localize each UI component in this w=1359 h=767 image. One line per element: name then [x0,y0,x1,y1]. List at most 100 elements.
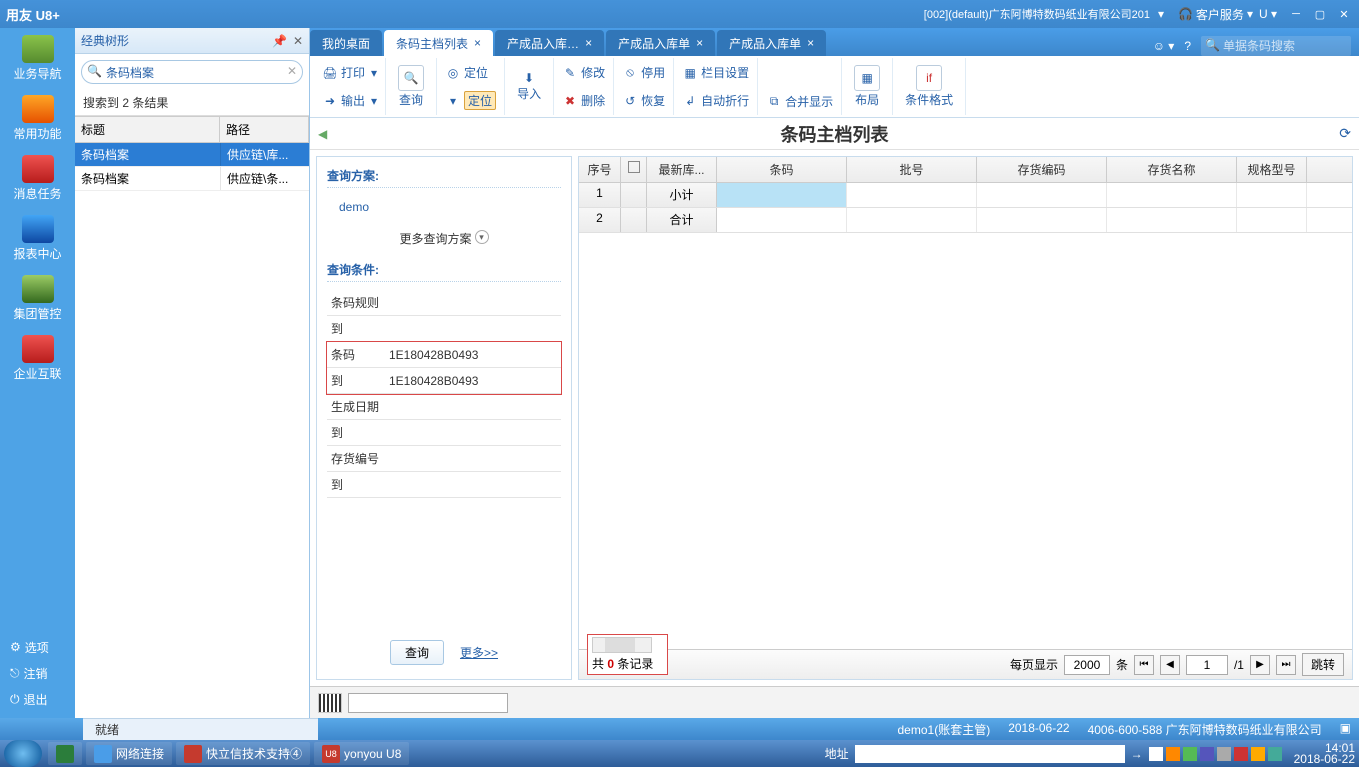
taskbar-excel[interactable] [48,742,82,765]
field-barcode-to[interactable]: 到1E180428B0493 [327,368,561,394]
merge-display-button[interactable] [678,87,753,115]
volume-icon[interactable] [1251,747,1265,761]
nav-messages[interactable]: 消息任务 [0,148,75,208]
maximize-button[interactable]: ▢ [1311,6,1329,22]
grid-row-subtotal[interactable]: 1 小计 [579,183,1352,208]
minimize-button[interactable]: ─ [1287,6,1305,22]
close-panel-icon[interactable]: ✕ [293,34,303,48]
query-plan-demo[interactable]: demo [327,196,561,224]
system-clock[interactable]: 14:01 2018-06-22 [1294,743,1355,765]
smiley-icon[interactable]: ☺ ▾ [1153,39,1175,53]
barcode-scan-input[interactable] [348,693,508,713]
taskbar-network[interactable]: 网络连接 [86,742,172,765]
tab-finished-in-1[interactable]: 产成品入库… [495,30,604,56]
nav-logout[interactable]: ⎋注销 [0,660,75,686]
tab-barcode-list[interactable]: 条码主档列表 [384,30,493,56]
checkbox-icon[interactable] [628,161,640,173]
company-dropdown-arrow[interactable]: ▾ [1158,7,1164,21]
go-arrow-icon[interactable]: → [1131,747,1143,761]
grid-body[interactable]: 1 小计 2 合计 [579,183,1352,649]
prev-page-button[interactable]: ◀ [1160,655,1180,675]
tray-icon[interactable] [1183,747,1197,761]
horizontal-scrollbar[interactable] [592,637,652,653]
field-gen-date-to[interactable]: 到 [327,420,561,446]
status-icon[interactable]: ▣ [1340,721,1351,738]
col-latest-stock[interactable]: 最新库... [647,157,717,182]
nav-reports[interactable]: 报表中心 [0,208,75,268]
tab-desktop[interactable]: 我的桌面 [310,30,382,56]
clear-search-icon[interactable]: ✕ [287,64,297,78]
locate-button[interactable]: ◎定位 [441,59,500,87]
help-icon[interactable]: ? [1184,39,1191,53]
field-inventory-code[interactable]: 存货编号 [327,446,561,472]
field-inventory-code-to[interactable]: 到 [327,472,561,498]
col-inventory-name[interactable]: 存货名称 [1107,157,1237,182]
tray-icon[interactable] [1166,747,1180,761]
tray-icon[interactable] [1268,747,1282,761]
tray-icon[interactable] [1234,747,1248,761]
tray-icon[interactable] [1149,747,1163,761]
customer-service-menu[interactable]: 🎧 客户服务 ▾ [1178,6,1253,23]
filter-locate-button[interactable]: ▾定位 [441,87,500,115]
tree-row[interactable]: 条码档案 供应链\库... [75,143,309,167]
modify-button[interactable]: ✎修改 [558,59,609,87]
start-button[interactable] [4,740,42,767]
print-button[interactable]: 🖨打印▾ [318,59,381,87]
tab-finished-in-3[interactable]: 产成品入库单 [717,30,826,56]
pin-icon[interactable]: 📌 [272,34,287,48]
nav-enterprise[interactable]: 企业互联 [0,328,75,388]
delete-button[interactable]: ✖删除 [558,87,609,115]
refresh-icon[interactable]: ⟳ [1339,125,1351,142]
tree-col-path[interactable]: 路径 [220,117,309,142]
tray-icon[interactable] [1217,747,1231,761]
cell-chk[interactable] [621,208,647,232]
nav-group[interactable]: 集团管控 [0,268,75,328]
current-page-input[interactable] [1186,655,1228,675]
col-checkbox[interactable] [621,157,647,182]
cell-chk[interactable] [621,183,647,207]
doc-barcode-search-input[interactable] [1201,36,1351,56]
first-page-button[interactable]: ⏮ [1134,655,1154,675]
field-gen-date[interactable]: 生成日期 [327,394,561,420]
field-barcode-from[interactable]: 条码1E180428B0493 [327,342,561,368]
nav-business[interactable]: 业务导航 [0,28,75,88]
address-input[interactable] [855,745,1125,763]
execute-query-button[interactable]: 查询 [390,640,444,665]
close-button[interactable]: ✕ [1335,6,1353,22]
jump-page-button[interactable]: 跳转 [1302,653,1344,676]
nav-common[interactable]: 常用功能 [0,88,75,148]
tree-row[interactable]: 条码档案 供应链\条... [75,167,309,191]
merge-display-button[interactable]: ⧉合并显示 [762,88,837,115]
query-more-link[interactable]: 更多>> [460,644,498,661]
output-button[interactable]: ➜输出▾ [318,87,381,115]
field-barcode-rule[interactable]: 条码规则 [327,290,561,316]
tray-icon[interactable] [1200,747,1214,761]
taskbar-u8[interactable]: U8yonyou U8 [314,742,409,765]
nav-options[interactable]: ⚙选项 [0,634,75,660]
back-arrow-icon[interactable]: ◀ [318,127,327,141]
next-page-button[interactable]: ▶ [1250,655,1270,675]
last-page-button[interactable]: ⏭ [1276,655,1296,675]
column-setting-button[interactable]: ▦栏目设置 [678,59,753,87]
restore-button[interactable]: ↺恢复 [618,87,669,115]
per-page-input[interactable] [1064,655,1110,675]
col-batch[interactable]: 批号 [847,157,977,182]
taskbar-support[interactable]: 快立信技术支持④ [176,742,310,765]
grid-row-total[interactable]: 2 合计 [579,208,1352,233]
tree-col-title[interactable]: 标题 [75,117,220,142]
layout-button[interactable]: ▦布局 [846,61,888,112]
col-spec[interactable]: 规格型号 [1237,157,1307,182]
col-seq[interactable]: 序号 [579,157,621,182]
nav-exit[interactable]: ⏻退出 [0,686,75,712]
cond-format-button[interactable]: if条件格式 [897,61,961,112]
col-barcode[interactable]: 条码 [717,157,847,182]
more-query-plans[interactable]: 更多查询方案 ▾ [327,224,561,261]
tab-finished-in-2[interactable]: 产成品入库单 [606,30,715,56]
disable-button[interactable]: ⦸停用 [618,59,669,87]
tree-search-input[interactable] [81,60,303,84]
system-tray[interactable] [1149,747,1282,761]
import-button[interactable]: ⬇导入 [509,67,549,106]
scrollbar-thumb[interactable] [605,638,635,652]
col-inventory-code[interactable]: 存货编码 [977,157,1107,182]
u-menu[interactable]: U ▾ [1259,7,1277,21]
